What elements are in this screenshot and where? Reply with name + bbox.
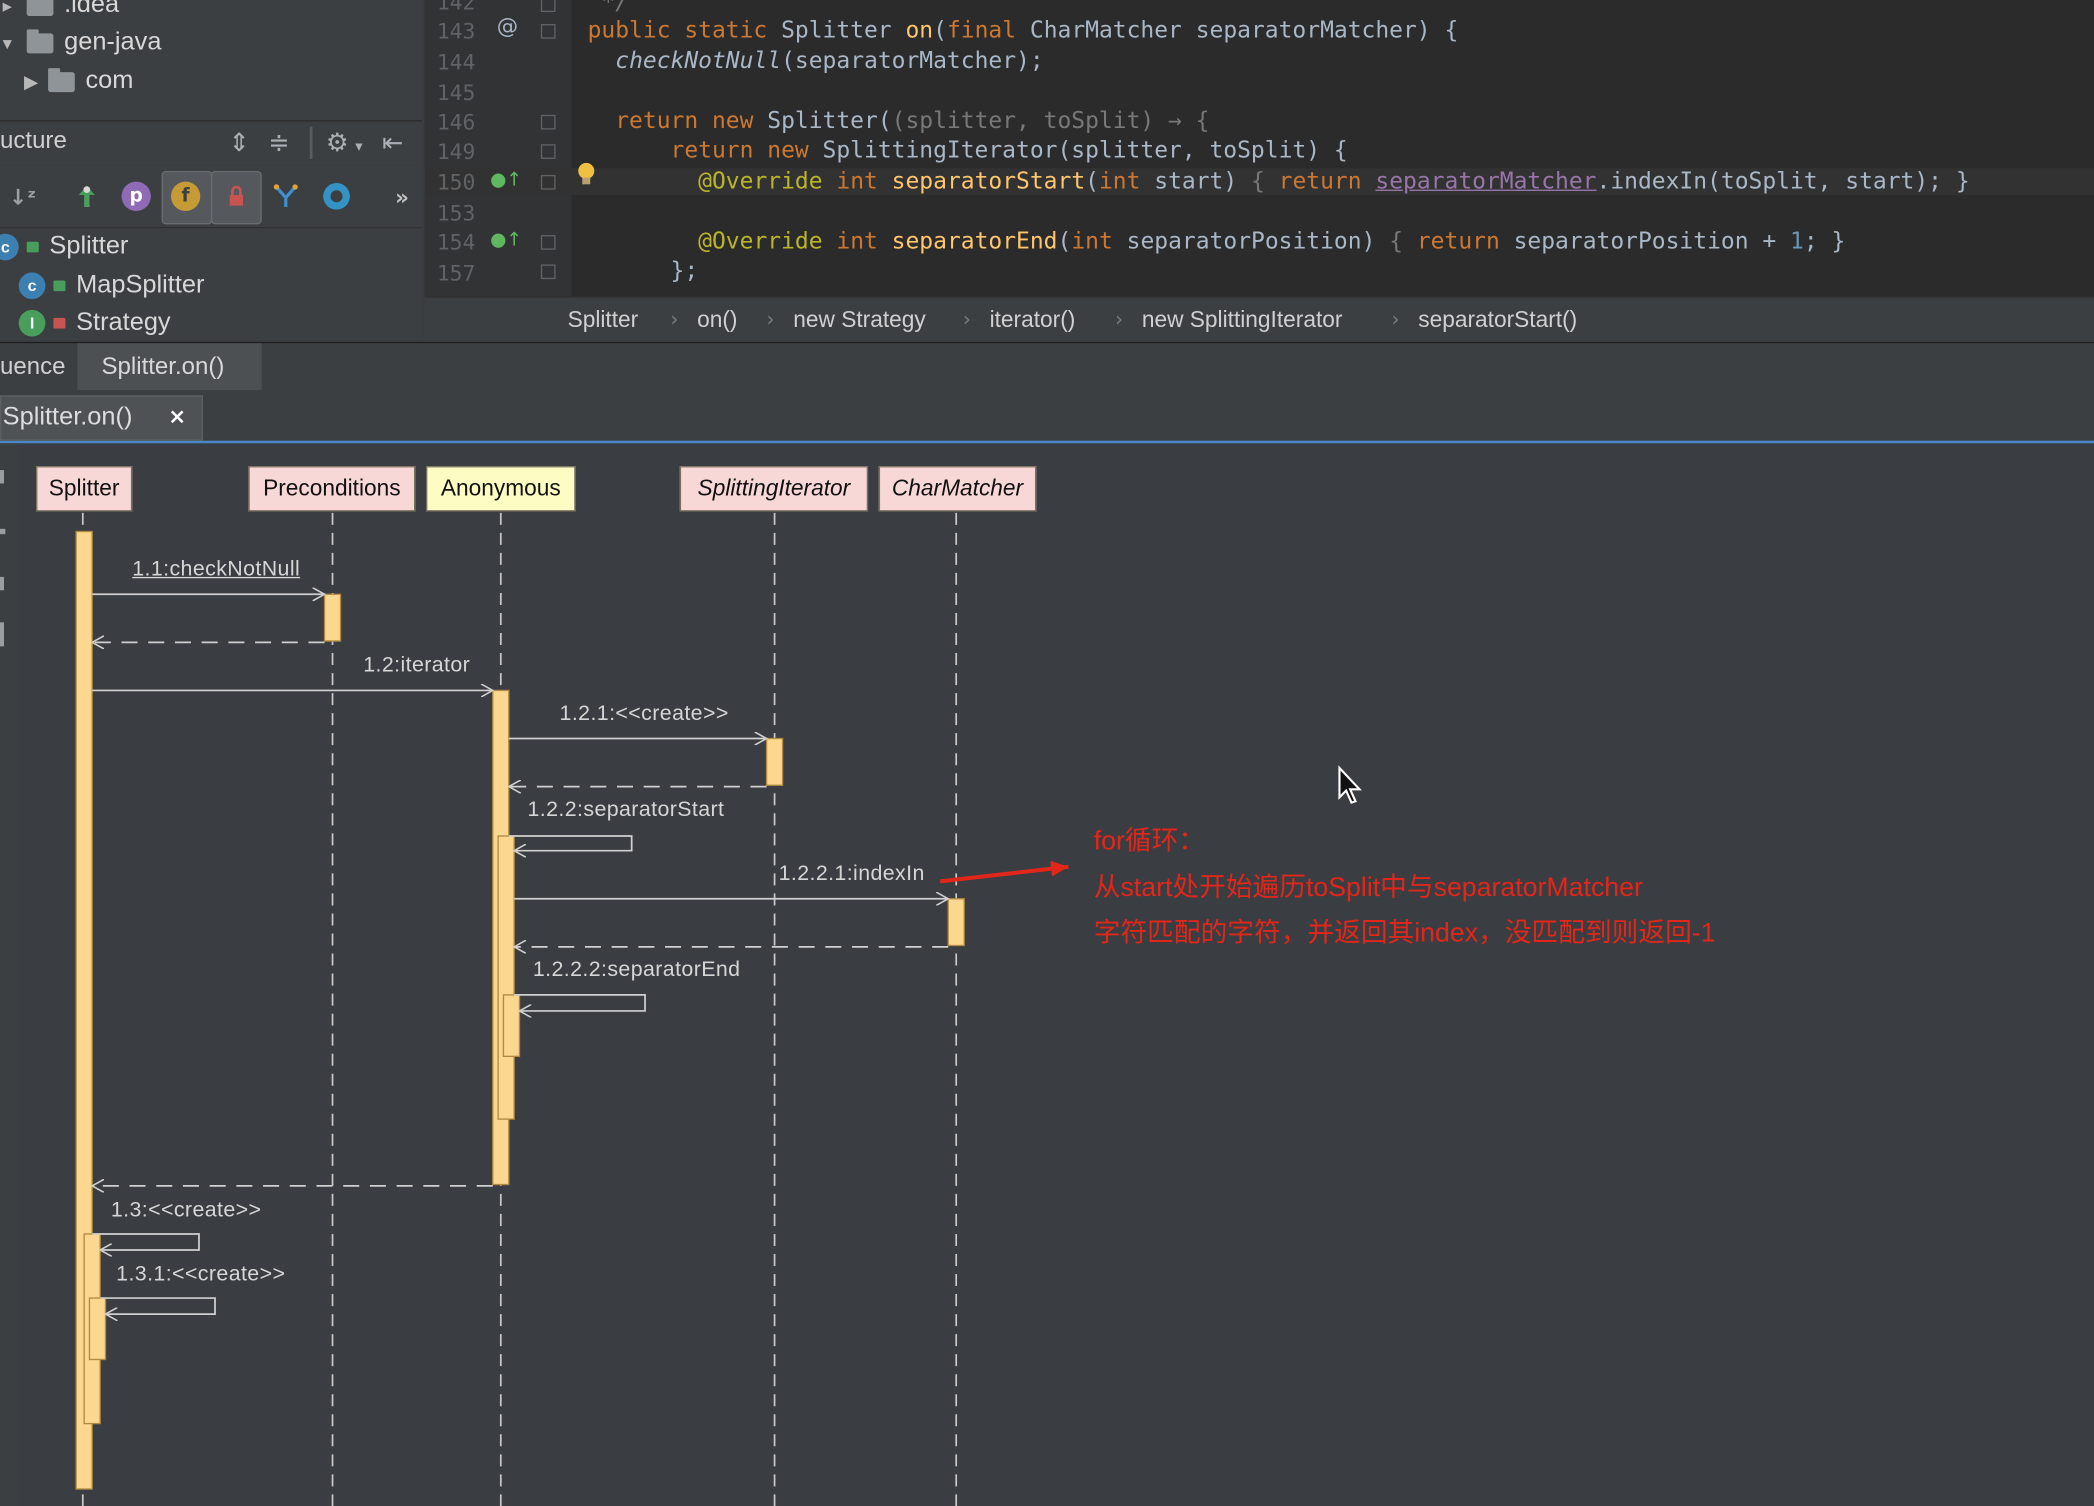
- ide-window: ▸ .idea ▾ gen-java ▶ com ucture ⇕ ≑ ⚙ ▾ …: [0, 0, 2094, 1506]
- lifeline-head-splittingiterator[interactable]: SplittingIterator: [679, 466, 869, 512]
- lifeline-head-splitter[interactable]: Splitter: [36, 466, 133, 512]
- mouse-cursor-icon: [1338, 765, 1362, 804]
- self-call-arrow: [92, 1233, 200, 1250]
- message-label[interactable]: 1.2.2.1:indexIn: [779, 863, 925, 887]
- message-label[interactable]: 1.2.2:separatorStart: [528, 799, 725, 823]
- sequence-diagram-graphics: [75, 512, 1069, 1506]
- activation-bar: [497, 835, 515, 1120]
- activation-bar: [765, 737, 784, 786]
- activation-bar: [947, 898, 965, 947]
- message-label[interactable]: 1.2:iterator: [363, 654, 470, 678]
- message-label[interactable]: 1.3:<<create>>: [111, 1199, 262, 1223]
- lifeline-head-anonymous[interactable]: Anonymous: [426, 466, 576, 512]
- message-label[interactable]: 1.2.1:<<create>>: [560, 702, 729, 726]
- activation-bar: [88, 1297, 107, 1361]
- annotation-line: 从start处开始遍历toSplit中与separatorMatcher: [1093, 873, 1643, 903]
- lifeline-head-preconditions[interactable]: Preconditions: [248, 466, 416, 512]
- activation-bar: [502, 994, 521, 1058]
- annotation-line: 字符匹配的字符，并返回其index，没匹配到则返回-1: [1093, 918, 1716, 949]
- message-label[interactable]: 1.1:checkNotNull: [132, 558, 300, 582]
- annotation-line: for循环：: [1093, 826, 1206, 857]
- self-call-arrow: [514, 994, 646, 1011]
- lifeline-head-charmatcher[interactable]: CharMatcher: [878, 466, 1037, 512]
- message-label[interactable]: 1.2.2.2:separatorEnd: [533, 959, 741, 983]
- self-call-arrow: [508, 835, 633, 851]
- activation-bar: [323, 593, 342, 642]
- self-call-arrow: [100, 1297, 216, 1314]
- message-label[interactable]: 1.3.1:<<create>>: [116, 1263, 285, 1287]
- annotation-arrow: [939, 860, 1069, 884]
